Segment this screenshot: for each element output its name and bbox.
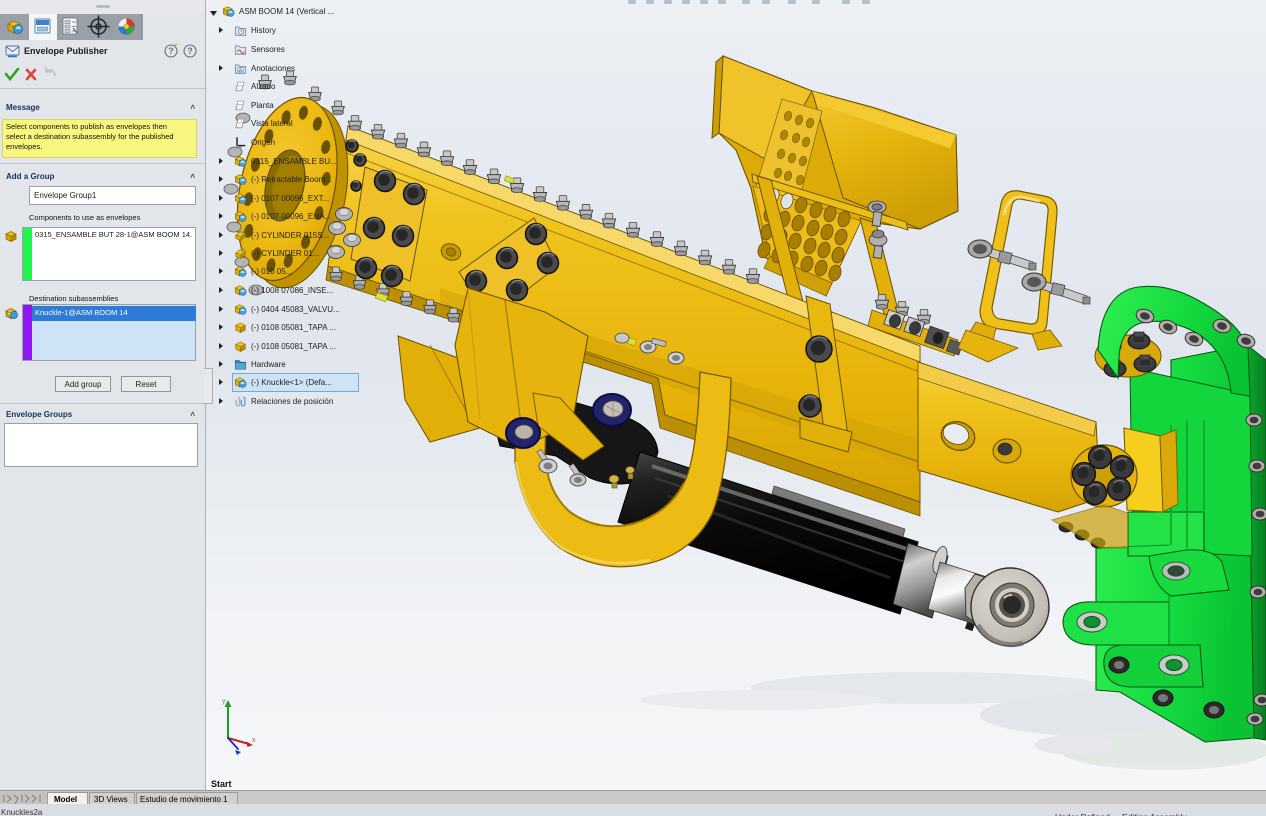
svg-text:?: ? [187, 46, 193, 56]
svg-text:?: ? [168, 46, 174, 56]
svg-text:y: y [222, 698, 226, 705]
svg-text:A: A [239, 68, 243, 74]
svg-text:x: x [252, 737, 256, 744]
